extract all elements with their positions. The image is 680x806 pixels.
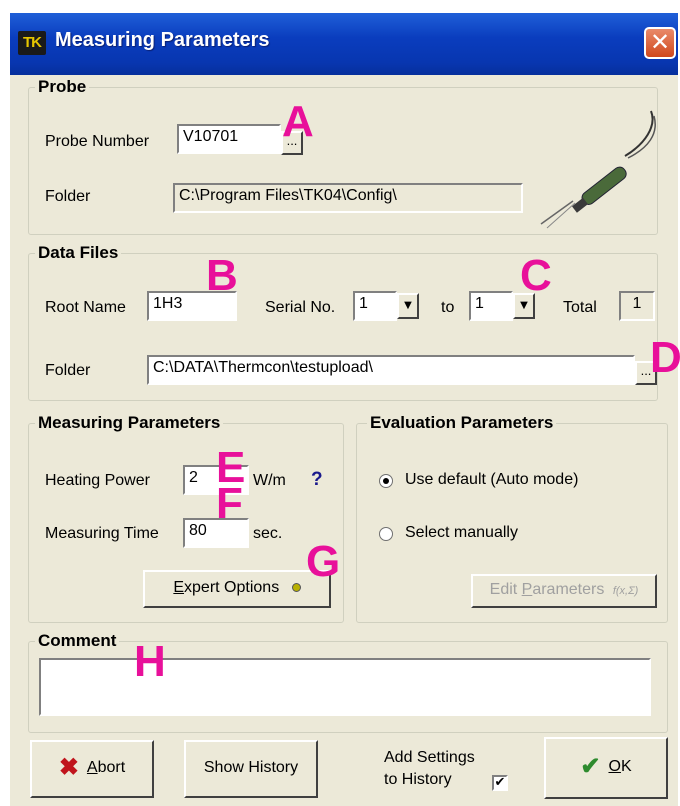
- abort-button[interactable]: ✖ Abort: [30, 740, 154, 798]
- total-label: Total: [563, 299, 597, 316]
- ok-button[interactable]: ✔ OK: [544, 737, 668, 799]
- measuring-time-unit: sec.: [253, 525, 283, 542]
- title-bar[interactable]: TK Measuring Parameters ✕: [10, 13, 678, 75]
- use-default-label[interactable]: Use default (Auto mode): [405, 471, 578, 489]
- radio-selected-dot: [383, 478, 389, 484]
- abort-x-icon: ✖: [58, 754, 79, 781]
- annotation-f: F: [216, 479, 243, 528]
- add-settings-checkbox[interactable]: ✔: [492, 775, 508, 791]
- probe-number-input[interactable]: V10701: [177, 124, 281, 154]
- root-name-label: Root Name: [45, 299, 126, 316]
- comment-group: Comment: [28, 631, 668, 733]
- annotation-c: C: [520, 251, 552, 300]
- heating-power-label: Heating Power: [45, 472, 150, 489]
- annotation-a: A: [282, 97, 314, 146]
- serial-from-dropdown-icon[interactable]: ▼: [397, 293, 419, 319]
- comment-group-title: Comment: [35, 631, 120, 651]
- abort-hotkey: A: [86, 759, 98, 777]
- select-manually-radio[interactable]: [379, 527, 393, 541]
- serial-from-select[interactable]: 1: [353, 291, 397, 321]
- data-folder-label: Folder: [45, 362, 91, 379]
- comment-input[interactable]: [39, 658, 651, 716]
- ok-check-icon: ✔: [580, 753, 601, 780]
- expert-options-label: xpert Options: [184, 579, 280, 596]
- show-history-button[interactable]: Show History: [184, 740, 318, 798]
- data-files-group-title: Data Files: [35, 243, 122, 263]
- data-folder-input[interactable]: C:\DATA\Thermcon\testupload\: [147, 355, 635, 385]
- serial-to-label: to: [441, 299, 455, 316]
- function-icon: f(x,Σ): [612, 585, 639, 597]
- ok-hotkey: O: [608, 758, 621, 776]
- use-default-radio[interactable]: [379, 474, 393, 488]
- add-settings-label-line2: to History: [384, 771, 452, 788]
- measuring-time-label: Measuring Time: [45, 525, 159, 542]
- add-settings-label-line1: Add Settings: [384, 749, 475, 766]
- window-title: Measuring Parameters: [55, 29, 270, 51]
- app-icon: TK: [18, 31, 46, 55]
- evaluation-parameters-group: Evaluation Parameters Use default (Auto …: [356, 413, 668, 623]
- heating-power-unit: W/m: [253, 472, 286, 489]
- help-icon[interactable]: ?: [311, 469, 323, 491]
- status-led-icon: [291, 583, 301, 593]
- data-files-group: Data Files Root Name 1H3 Serial No. 1 ▼ …: [28, 243, 658, 401]
- serial-no-label: Serial No.: [265, 299, 336, 316]
- dialog-window: TK Measuring Parameters ✕ Probe Probe Nu…: [10, 13, 678, 806]
- close-button[interactable]: ✕: [644, 27, 676, 59]
- serial-to-select[interactable]: 1: [469, 291, 513, 321]
- annotation-g: G: [306, 537, 341, 586]
- edit-parameters-label: arameters: [532, 581, 605, 598]
- expert-options-hotkey: E: [173, 579, 185, 596]
- annotation-h: H: [134, 637, 166, 686]
- probe-folder-label: Folder: [45, 188, 91, 205]
- abort-label: bort: [97, 759, 126, 777]
- edit-parameters-label-prefix: Edit: [489, 581, 522, 598]
- evaluation-parameters-title: Evaluation Parameters: [367, 413, 557, 433]
- annotation-b: B: [206, 251, 238, 300]
- annotation-d: D: [650, 333, 680, 382]
- total-field: 1: [619, 291, 655, 321]
- select-manually-label[interactable]: Select manually: [405, 524, 518, 542]
- probe-group: Probe Probe Number V10701 ... Folder C:\…: [28, 77, 658, 235]
- edit-parameters-hotkey: P: [521, 581, 533, 598]
- edit-parameters-button[interactable]: Edit Parameters f(x,Σ): [471, 574, 657, 608]
- probe-number-label: Probe Number: [45, 133, 150, 150]
- probe-group-title: Probe: [35, 77, 90, 97]
- probe-folder-field: C:\Program Files\TK04\Config\: [173, 183, 523, 213]
- measuring-parameters-group: Measuring Parameters Heating Power 2 W/m…: [28, 413, 344, 623]
- expert-options-button[interactable]: Expert Options: [143, 570, 331, 608]
- measuring-parameters-title: Measuring Parameters: [35, 413, 224, 433]
- ok-label: K: [620, 758, 632, 776]
- probe-image: [540, 110, 656, 229]
